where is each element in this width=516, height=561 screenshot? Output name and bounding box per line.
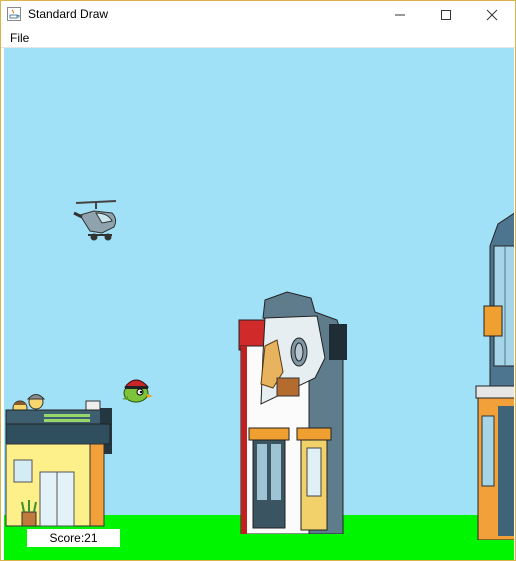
maximize-icon	[441, 9, 451, 20]
app-window: Standard Draw File Score:21	[0, 0, 516, 561]
helicopter-enemy	[73, 200, 117, 241]
title-bar[interactable]: Standard Draw	[1, 1, 515, 28]
menu-bar: File	[1, 28, 515, 48]
window-title: Standard Draw	[28, 7, 109, 21]
minimize-button[interactable]	[377, 1, 423, 28]
java-app-icon	[7, 7, 21, 21]
close-button[interactable]	[469, 1, 515, 28]
bird-player	[122, 379, 153, 403]
building-left	[5, 394, 112, 527]
minimize-icon	[395, 14, 405, 15]
building-middle	[238, 291, 347, 534]
close-icon	[486, 9, 498, 20]
game-canvas[interactable]: Score:21	[4, 48, 514, 560]
score-display: Score:21	[27, 529, 120, 547]
menu-file[interactable]: File	[10, 31, 29, 45]
building-right	[475, 212, 514, 540]
maximize-button[interactable]	[423, 1, 469, 28]
